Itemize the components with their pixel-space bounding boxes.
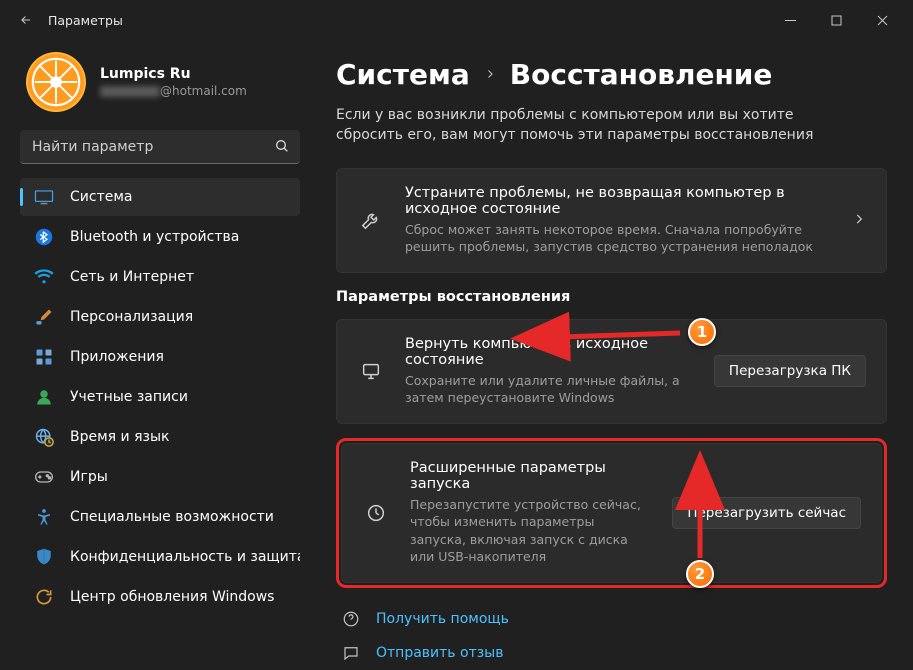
sidebar-item-label: Система <box>70 189 132 205</box>
sidebar-item-label: Bluetooth и устройства <box>70 229 239 245</box>
troubleshoot-title: Устраните проблемы, не возвращая компьют… <box>405 185 832 217</box>
reset-title: Вернуть компьютер в исходное состояние <box>405 336 694 368</box>
accessibility-icon <box>34 507 54 527</box>
sidebar-item-monitor[interactable]: Система <box>20 178 300 216</box>
chevron-right-icon <box>484 65 496 84</box>
minimize-button[interactable] <box>767 4 813 36</box>
avatar <box>26 52 86 112</box>
restart-now-button[interactable]: Перезагрузить сейчас <box>672 497 861 529</box>
annotation-highlight: Расширенные параметры запуска Перезапуст… <box>336 438 887 588</box>
monitor-icon <box>34 187 54 207</box>
update-icon <box>34 587 54 607</box>
search-box[interactable] <box>20 130 300 164</box>
power-restart-icon <box>362 502 390 524</box>
sidebar-item-brush[interactable]: Персонализация <box>20 298 300 336</box>
sidebar-item-label: Приложения <box>70 349 164 365</box>
reset-desc: Сохраните или удалите личные файлы, а за… <box>405 372 694 407</box>
section-title: Параметры восстановления <box>336 289 887 305</box>
sidebar-item-label: Игры <box>70 469 108 485</box>
sidebar-item-label: Конфиденциальность и защита <box>70 549 300 565</box>
reset-pc-button[interactable]: Перезагрузка ПК <box>714 355 866 387</box>
wifi-icon <box>34 267 54 287</box>
breadcrumb-root[interactable]: Система <box>336 58 470 91</box>
close-button[interactable] <box>859 4 905 36</box>
help-icon <box>340 610 362 628</box>
breadcrumb-current: Восстановление <box>510 58 773 91</box>
advanced-desc: Перезапустите устройство сейчас, чтобы и… <box>410 496 652 566</box>
search-icon <box>274 138 290 158</box>
person-icon <box>34 387 54 407</box>
sidebar: Lumpics Ru @hotmail.com Система Bluetooth… <box>0 40 312 670</box>
shield-icon <box>34 547 54 567</box>
bluetooth-icon <box>34 227 54 247</box>
help-link[interactable]: Получить помощь <box>376 611 509 627</box>
sidebar-item-apps[interactable]: Приложения <box>20 338 300 376</box>
sidebar-item-wifi[interactable]: Сеть и Интернет <box>20 258 300 296</box>
help-link-row[interactable]: Получить помощь <box>336 602 887 636</box>
titlebar: Параметры <box>0 0 913 40</box>
advanced-title: Расширенные параметры запуска <box>410 460 652 492</box>
sidebar-item-label: Специальные возможности <box>70 509 274 525</box>
sidebar-item-shield[interactable]: Конфиденциальность и защита <box>20 538 300 576</box>
annotation-badge-2: 2 <box>686 560 714 588</box>
globe-clock-icon <box>34 427 54 447</box>
reset-pc-card: Вернуть компьютер в исходное состояние С… <box>336 319 887 424</box>
chevron-right-icon <box>852 211 866 230</box>
reset-icon <box>357 360 385 382</box>
sidebar-item-label: Центр обновления Windows <box>70 589 274 605</box>
sidebar-item-person[interactable]: Учетные записи <box>20 378 300 416</box>
sidebar-item-label: Время и язык <box>70 429 169 445</box>
profile-name: Lumpics Ru <box>100 66 247 82</box>
sidebar-item-globe-clock[interactable]: Время и язык <box>20 418 300 456</box>
sidebar-item-gamepad[interactable]: Игры <box>20 458 300 496</box>
nav-list: Система Bluetooth и устройства Сеть и Инте… <box>20 178 300 616</box>
brush-icon <box>34 307 54 327</box>
back-button[interactable] <box>8 2 44 38</box>
sidebar-item-update[interactable]: Центр обновления Windows <box>20 578 300 616</box>
feedback-link[interactable]: Отправить отзыв <box>376 645 503 661</box>
gamepad-icon <box>34 467 54 487</box>
annotation-badge-1: 1 <box>688 318 716 346</box>
feedback-link-row[interactable]: Отправить отзыв <box>336 636 887 670</box>
advanced-startup-card: Расширенные параметры запуска Перезапуст… <box>341 443 882 583</box>
troubleshoot-desc: Сброс может занять некоторое время. Снач… <box>405 221 832 256</box>
sidebar-item-label: Учетные записи <box>70 389 188 405</box>
profile-email: @hotmail.com <box>100 84 247 98</box>
sidebar-item-label: Персонализация <box>70 309 193 325</box>
breadcrumb: Система Восстановление <box>336 58 887 91</box>
troubleshoot-card[interactable]: Устраните проблемы, не возвращая компьют… <box>336 168 887 273</box>
feedback-icon <box>340 644 362 662</box>
sidebar-item-accessibility[interactable]: Специальные возможности <box>20 498 300 536</box>
main-content: Система Восстановление Если у вас возник… <box>312 40 913 670</box>
search-input[interactable] <box>20 130 300 164</box>
wrench-icon <box>357 209 385 231</box>
intro-text: Если у вас возникли проблемы с компьютер… <box>336 105 856 146</box>
maximize-button[interactable] <box>813 4 859 36</box>
sidebar-item-label: Сеть и Интернет <box>70 269 194 285</box>
sidebar-item-bluetooth[interactable]: Bluetooth и устройства <box>20 218 300 256</box>
apps-icon <box>34 347 54 367</box>
profile-block[interactable]: Lumpics Ru @hotmail.com <box>20 52 300 112</box>
window-title: Параметры <box>48 13 123 28</box>
